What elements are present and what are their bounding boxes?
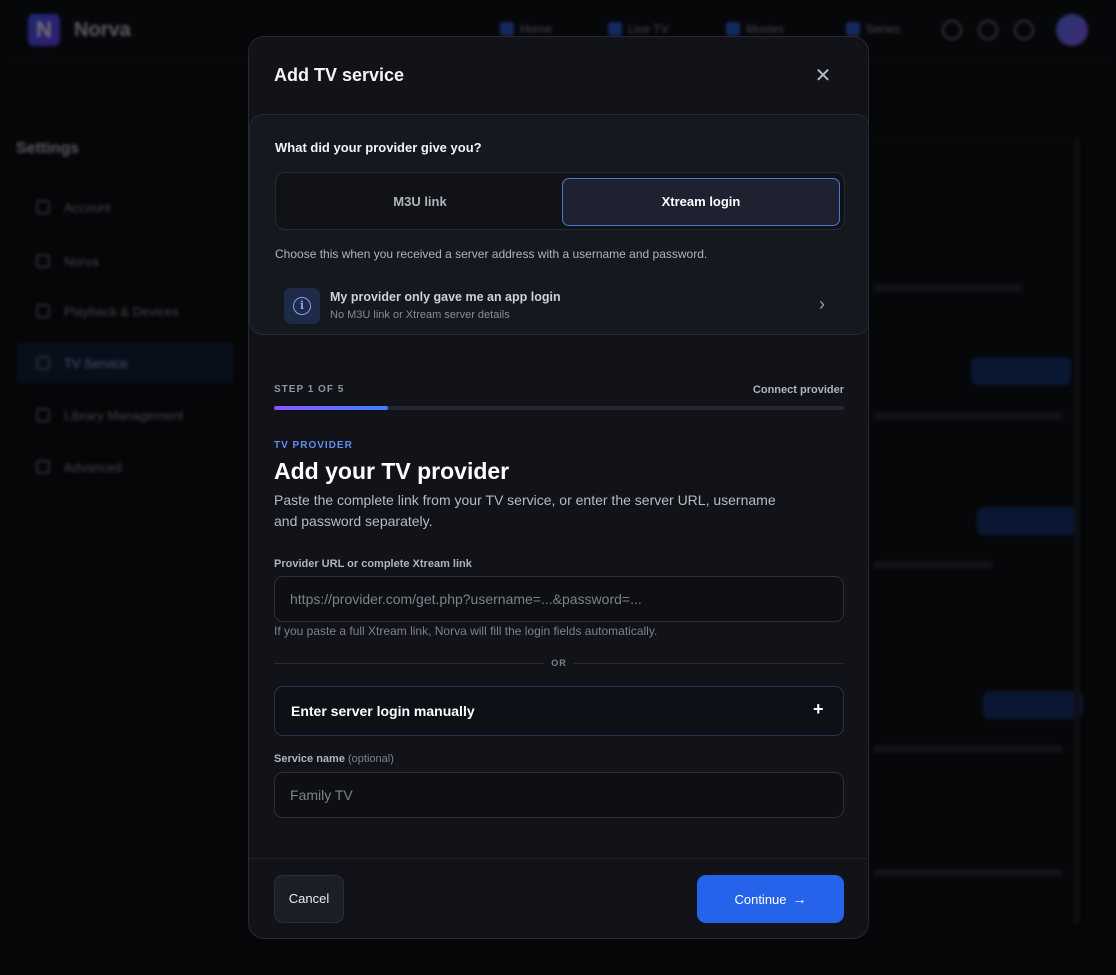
section-description: Paste the complete link from your TV ser… — [274, 492, 776, 529]
footer-divider — [249, 858, 868, 859]
provider-url-input[interactable] — [274, 576, 844, 622]
notifications-icon[interactable] — [1014, 20, 1034, 40]
nav-item-home[interactable]: Home — [500, 22, 552, 36]
or-divider: OR — [274, 657, 844, 671]
avatar[interactable] — [1056, 14, 1088, 46]
advanced-icon — [36, 460, 50, 474]
xtream-login-option[interactable]: Xtream login — [562, 178, 840, 226]
step-indicator: STEP 1 OF 5 — [274, 384, 345, 395]
step-progress-bar — [274, 406, 844, 410]
provider-question: What did your provider give you? — [275, 140, 482, 155]
chat-icon[interactable] — [978, 20, 998, 40]
norva-logo-icon: N — [28, 14, 60, 46]
step-progress-fill — [274, 406, 388, 410]
sidebar-title: Settings — [16, 140, 80, 157]
chevron-right-icon: › — [819, 294, 825, 314]
provider-url-label: Provider URL or complete Xtream link — [274, 558, 472, 570]
option-help-text: Choose this when you received a server a… — [275, 247, 708, 261]
panel-button[interactable] — [977, 507, 1077, 535]
section-eyebrow: TV PROVIDER — [274, 440, 353, 451]
movies-icon — [726, 22, 740, 36]
m3u-link-option[interactable]: M3U link — [280, 178, 560, 226]
playback-icon — [36, 304, 50, 318]
provider-type-toggle: M3U link Xtream login — [275, 172, 845, 230]
panel-button[interactable] — [971, 357, 1071, 385]
panel-text-line — [873, 745, 1063, 753]
panel-text-line — [873, 412, 1063, 420]
service-name-input[interactable] — [274, 772, 844, 818]
panel-text-line — [873, 869, 1063, 877]
manual-login-label: Enter server login manually — [291, 703, 475, 719]
cancel-button[interactable]: Cancel — [274, 875, 344, 923]
app-login-only-option[interactable]: i My provider only gave me an app login … — [275, 283, 845, 329]
sidebar-item-library[interactable]: Library Management — [16, 394, 234, 436]
add-tv-service-dialog: Add TV service ✕ What did your provider … — [248, 36, 869, 939]
app-login-subtitle: No M3U link or Xtream server details — [330, 309, 510, 321]
dialog-title: Add TV service — [274, 65, 405, 85]
plus-icon: + — [813, 699, 824, 719]
home-icon — [500, 22, 514, 36]
provider-type-card: What did your provider give you? M3U lin… — [249, 114, 868, 335]
close-icon[interactable]: ✕ — [810, 63, 836, 89]
section-heading: Add your TV provider — [274, 458, 510, 484]
continue-button[interactable]: Continue → — [697, 875, 844, 923]
panel-text-line — [873, 561, 993, 569]
nav-item-live-tv[interactable]: Live TV — [608, 22, 668, 36]
sidebar-item-advanced[interactable]: Advanced — [16, 446, 234, 488]
provider-url-hint: If you paste a full Xtream link, Norva w… — [274, 624, 658, 638]
sidebar-item-norva[interactable]: Norva — [16, 240, 234, 282]
tv-icon — [36, 356, 50, 370]
manual-login-expander[interactable]: Enter server login manually + — [274, 686, 844, 736]
sidebar-item-playback[interactable]: Playback & Devices — [16, 290, 234, 332]
info-icon: i — [284, 288, 320, 324]
step-name: Connect provider — [752, 384, 844, 396]
page-scrollbar[interactable] — [1074, 138, 1080, 924]
settings-panel — [862, 138, 1083, 924]
panel-text-line — [873, 284, 1023, 292]
nav-item-series[interactable]: Series — [846, 22, 900, 36]
app-login-title: My provider only gave me an app login — [330, 290, 561, 304]
library-icon — [36, 408, 50, 422]
account-icon — [36, 200, 50, 214]
arrow-right-icon: → — [792, 891, 807, 907]
search-icon[interactable] — [942, 20, 962, 40]
service-name-label: Service name (optional) — [274, 753, 394, 765]
brand-name: Norva — [74, 19, 131, 41]
nav-item-movies[interactable]: Movies — [726, 22, 784, 36]
sidebar-item-tv-service[interactable]: TV Service — [16, 342, 234, 384]
live-tv-icon — [608, 22, 622, 36]
norva-icon — [36, 254, 50, 268]
sidebar-item-account[interactable]: Account — [16, 186, 234, 228]
panel-button[interactable] — [983, 691, 1083, 719]
series-icon — [846, 22, 860, 36]
